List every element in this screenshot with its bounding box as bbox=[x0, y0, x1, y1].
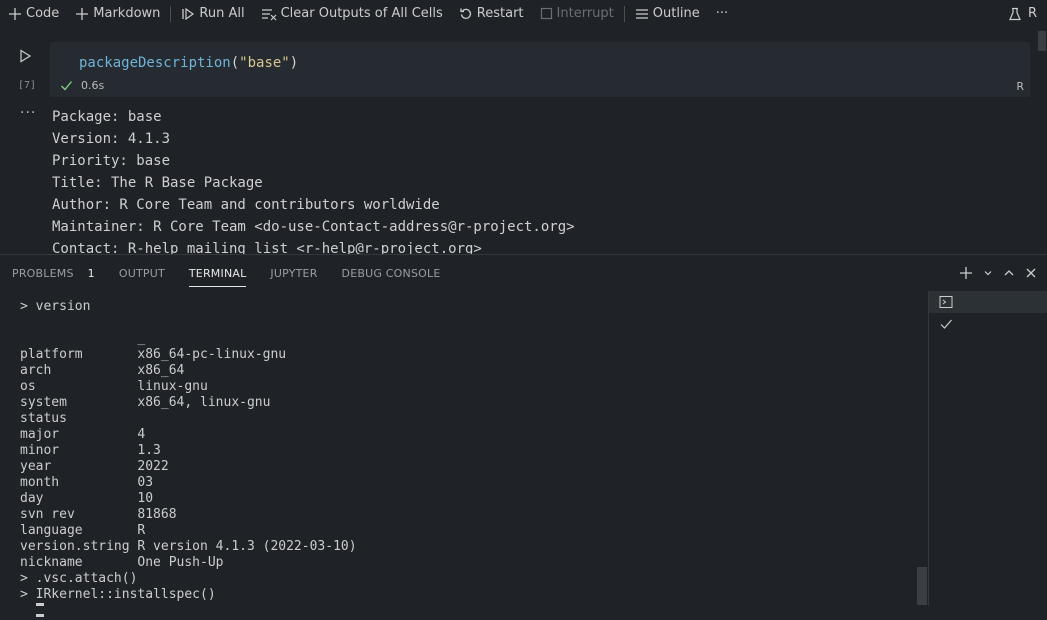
check-icon bbox=[939, 317, 953, 331]
new-terminal-icon[interactable] bbox=[959, 266, 973, 280]
chevron-down-icon[interactable] bbox=[983, 268, 993, 278]
more-actions-button[interactable]: ··· bbox=[708, 0, 736, 27]
terminal-line: system x86_64, linux-gnu bbox=[20, 395, 271, 410]
outline-icon bbox=[635, 7, 649, 21]
tab-debug-console[interactable]: DEBUG CONSOLE bbox=[330, 255, 453, 291]
notebook-scrollbar[interactable] bbox=[1037, 27, 1047, 255]
add-markdown-label: Markdown bbox=[93, 6, 161, 21]
check-icon bbox=[60, 79, 73, 92]
tab-output-label: OUTPUT bbox=[118, 266, 165, 280]
tab-debug-console-label: DEBUG CONSOLE bbox=[341, 266, 441, 280]
output-line: Contact: R-help mailing list <r-help@r-p… bbox=[52, 241, 482, 255]
maximize-panel-icon[interactable] bbox=[1003, 267, 1015, 279]
terminal-line: svn rev 81868 bbox=[20, 507, 177, 522]
stop-icon bbox=[540, 7, 553, 20]
panel-tabs: PROBLEMS 1 OUTPUT TERMINAL JUPYTER DEBUG… bbox=[0, 255, 452, 291]
terminal-line: _ bbox=[20, 331, 146, 346]
terminal-line: major 4 bbox=[20, 427, 146, 442]
restart-button[interactable]: Restart bbox=[451, 0, 532, 27]
code-line[interactable]: packageDescription("base") bbox=[79, 55, 298, 71]
output-line: Priority: base bbox=[52, 153, 171, 169]
clear-outputs-button[interactable]: Clear Outputs of All Cells bbox=[253, 0, 451, 27]
output-line: Title: The R Base Package bbox=[52, 175, 263, 191]
plus-icon bbox=[8, 7, 22, 21]
terminal-line: status bbox=[20, 411, 67, 426]
terminal-line: minor 1.3 bbox=[20, 443, 161, 458]
terminal-line: nickname One Push-Up bbox=[20, 555, 224, 570]
add-code-button[interactable]: Code bbox=[0, 0, 67, 27]
terminal-line: language R bbox=[20, 523, 146, 538]
terminal-line: day 10 bbox=[20, 491, 154, 506]
terminal-line: year 2022 bbox=[20, 459, 169, 474]
more-label: ··· bbox=[715, 6, 729, 21]
restart-label: Restart bbox=[476, 6, 524, 21]
plus-icon bbox=[75, 7, 89, 21]
status-bar bbox=[0, 606, 1047, 614]
output-actions-button[interactable]: ··· bbox=[20, 105, 36, 121]
restart-icon bbox=[459, 7, 473, 21]
terminal-instance-r[interactable] bbox=[929, 291, 1047, 313]
output-line: Maintainer: R Core Team <do-use-Contact-… bbox=[52, 219, 575, 235]
terminal-line: > version bbox=[20, 299, 91, 314]
tab-jupyter-label: JUPYTER bbox=[270, 266, 318, 280]
terminal-line: > IRkernel::installspec() bbox=[20, 587, 216, 602]
bottom-panel: PROBLEMS 1 OUTPUT TERMINAL JUPYTER DEBUG… bbox=[0, 254, 1047, 619]
close-icon[interactable] bbox=[1025, 267, 1037, 279]
tab-problems-label: PROBLEMS bbox=[12, 266, 74, 280]
add-code-label: Code bbox=[26, 6, 60, 21]
run-all-label: Run All bbox=[199, 6, 245, 21]
output-line: Package: base bbox=[52, 109, 162, 125]
terminal-list bbox=[928, 291, 1047, 607]
tab-jupyter[interactable]: JUPYTER bbox=[258, 255, 329, 291]
outline-label: Outline bbox=[652, 6, 700, 21]
code-string: "base" bbox=[239, 55, 290, 71]
tab-output[interactable]: OUTPUT bbox=[107, 255, 177, 291]
terminal-line: version.string R version 4.1.3 (2022-03-… bbox=[20, 539, 357, 554]
interrupt-button[interactable]: Interrupt bbox=[532, 0, 622, 27]
clear-all-icon bbox=[261, 7, 277, 21]
terminal-icon bbox=[939, 295, 953, 309]
cell-output: Package: base Version: 4.1.3 Priority: b… bbox=[52, 106, 575, 255]
output-line: Version: 4.1.3 bbox=[52, 131, 171, 147]
scrollbar-thumb[interactable] bbox=[1038, 31, 1046, 51]
cell-execution-status: 0.6s bbox=[60, 79, 104, 92]
problems-count-badge: 1 bbox=[87, 266, 95, 280]
terminal-line: os linux-gnu bbox=[20, 379, 208, 394]
output-line: Author: R Core Team and contributors wor… bbox=[52, 197, 440, 213]
panel-actions bbox=[959, 255, 1037, 291]
code-cell-editor[interactable]: packageDescription("base") 0.6s R bbox=[50, 42, 1030, 97]
code-paren-open: ( bbox=[230, 55, 240, 71]
tab-problems[interactable]: PROBLEMS 1 bbox=[0, 255, 107, 291]
run-all-icon bbox=[181, 7, 195, 21]
notebook-toolbar: Code Markdown Run All Clear Outputs of A… bbox=[0, 0, 1047, 27]
tab-terminal-label: TERMINAL bbox=[188, 266, 247, 280]
code-function: packageDescription bbox=[79, 55, 231, 71]
terminal-instance-task[interactable] bbox=[929, 313, 1047, 335]
code-paren-close: ) bbox=[289, 55, 299, 71]
terminal-line: > .vsc.attach() bbox=[20, 571, 138, 586]
terminal-line: arch x86_64 bbox=[20, 363, 185, 378]
tab-terminal[interactable]: TERMINAL bbox=[177, 255, 259, 291]
execution-count: [7] bbox=[18, 80, 37, 91]
notebook-editor: [7] packageDescription("base") 0.6s R ··… bbox=[0, 27, 1047, 255]
toolbar-separator bbox=[170, 5, 172, 22]
add-markdown-button[interactable]: Markdown bbox=[67, 0, 168, 27]
terminal-line: month 03 bbox=[20, 475, 154, 490]
terminal-line: platform x86_64-pc-linux-gnu bbox=[20, 347, 287, 362]
interrupt-label: Interrupt bbox=[556, 6, 614, 21]
kernel-icon bbox=[1008, 7, 1022, 21]
toolbar-separator bbox=[623, 5, 625, 22]
kernel-picker[interactable]: R bbox=[1008, 0, 1037, 27]
cell-duration: 0.6s bbox=[81, 79, 105, 92]
kernel-label: R bbox=[1027, 6, 1037, 21]
terminal-output[interactable]: > version _ platform x86_64-pc-linux-gnu… bbox=[20, 299, 357, 619]
run-cell-icon[interactable] bbox=[18, 49, 32, 63]
cell-language[interactable]: R bbox=[1016, 80, 1024, 93]
terminal-scrollbar[interactable] bbox=[917, 567, 927, 605]
outline-button[interactable]: Outline bbox=[627, 0, 708, 27]
run-all-button[interactable]: Run All bbox=[173, 0, 252, 27]
clear-outputs-label: Clear Outputs of All Cells bbox=[280, 6, 443, 21]
